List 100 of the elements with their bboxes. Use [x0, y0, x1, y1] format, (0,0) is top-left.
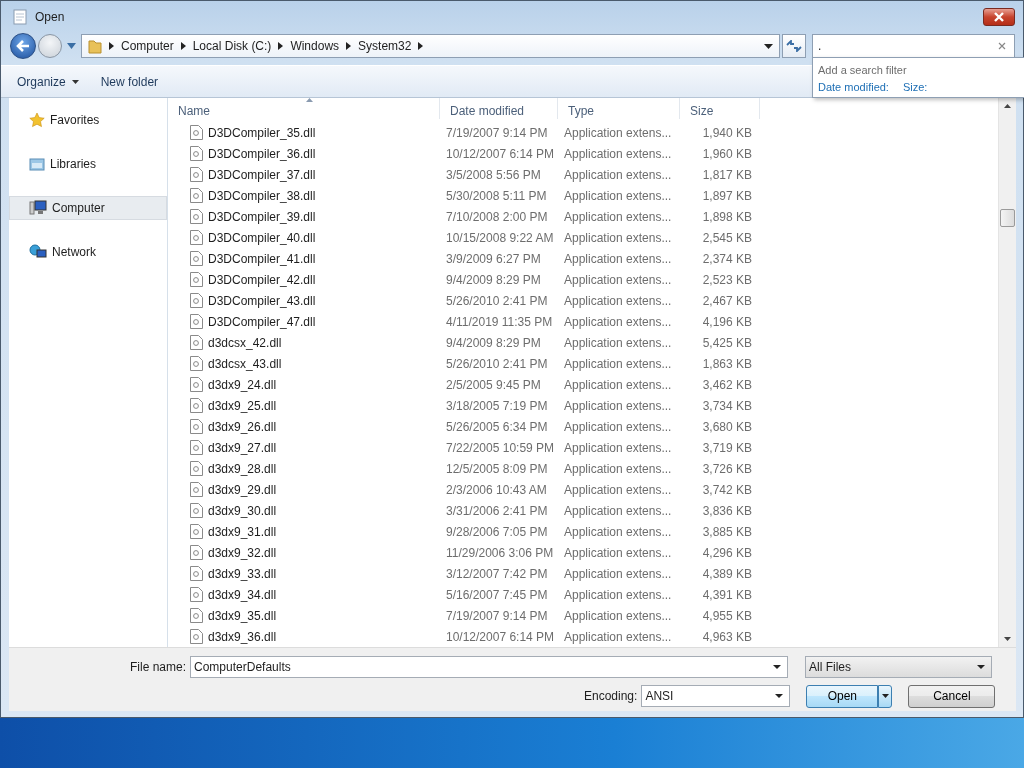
breadcrumb-item[interactable]: Local Disk (C:)	[192, 39, 272, 53]
table-cell-text: 9/4/2009 8:29 PM	[445, 334, 542, 351]
table-cell-text: 7/10/2008 2:00 PM	[445, 208, 549, 225]
cancel-button[interactable]: Cancel	[908, 684, 996, 708]
file-name[interactable]: d3dx9_30.dll	[208, 502, 277, 519]
file-icon	[190, 419, 203, 434]
table-cell-text: 3,885 KB	[701, 523, 753, 540]
sidebar-item[interactable]: Favorites	[9, 108, 167, 132]
close-button[interactable]	[983, 8, 1015, 26]
dropdown-icon[interactable]	[773, 665, 782, 669]
table-cell-text: 4/11/2019 11:35 PM	[445, 313, 554, 330]
file-name[interactable]: D3DCompiler_41.dll	[208, 250, 316, 267]
file-name[interactable]: D3DCompiler_47.dll	[208, 313, 316, 330]
file-name[interactable]: D3DCompiler_43.dll	[208, 292, 316, 309]
encoding-dropdown[interactable]: ANSI	[641, 685, 791, 707]
address-bar[interactable]: Computer Local Disk (C:) Windows System32	[81, 34, 780, 58]
table-cell-text: Application extens...	[563, 397, 673, 414]
table-cell-text: 1,897 KB	[701, 187, 753, 204]
file-name[interactable]: D3DCompiler_38.dll	[208, 187, 316, 204]
breadcrumb-item[interactable]: Computer	[121, 39, 174, 53]
open-button[interactable]: Open	[806, 684, 879, 708]
table-cell-text: 3,836 KB	[701, 502, 753, 519]
column-header[interactable]: Type	[558, 98, 680, 119]
document-icon	[13, 9, 27, 25]
table-cell-text: Application extens...	[563, 607, 673, 624]
table-cell-text: 12/5/2005 8:09 PM	[445, 460, 549, 477]
file-icon	[190, 146, 203, 161]
file-icon	[190, 524, 203, 539]
breadcrumb-item[interactable]: System32	[358, 39, 412, 53]
file-name[interactable]: d3dx9_28.dll	[208, 460, 277, 477]
file-icon	[190, 545, 203, 560]
back-button[interactable]	[10, 33, 36, 59]
table-cell-text: Application extens...	[563, 418, 673, 435]
table-cell-text: 3/31/2006 2:41 PM	[445, 502, 549, 519]
refresh-button[interactable]	[782, 34, 806, 58]
file-name[interactable]: D3DCompiler_36.dll	[208, 145, 316, 162]
breadcrumb-item[interactable]: Windows	[290, 39, 340, 53]
table-cell-text: Application extens...	[563, 628, 673, 645]
table-cell-text: Application extens...	[563, 124, 673, 141]
file-name[interactable]: d3dx9_27.dll	[208, 439, 277, 456]
file-icon	[190, 356, 203, 371]
table-cell-text: Application extens...	[563, 313, 673, 330]
file-name[interactable]: d3dx9_34.dll	[208, 586, 277, 603]
file-name[interactable]: d3dx9_25.dll	[208, 397, 277, 414]
suggestion-title: Add a search filter	[818, 64, 908, 76]
file-name[interactable]: d3dx9_33.dll	[208, 565, 277, 582]
column-header[interactable]: Size	[680, 98, 760, 119]
search-filter-link[interactable]: Size:	[902, 81, 928, 93]
sidebar-item[interactable]: Network	[9, 240, 167, 264]
chevron-icon[interactable]	[418, 42, 424, 50]
search-filter-link[interactable]: Date modified:	[818, 81, 889, 93]
caret-icon[interactable]	[67, 43, 76, 49]
search-field[interactable]: .	[812, 34, 1015, 58]
file-name[interactable]: D3DCompiler_35.dll	[208, 124, 316, 141]
table-cell-text: Application extens...	[563, 376, 673, 393]
table-cell-text: 3,734 KB	[701, 397, 753, 414]
file-name[interactable]: D3DCompiler_40.dll	[208, 229, 316, 246]
table-cell-text: 1,863 KB	[701, 355, 753, 372]
column-header[interactable]: Date modified	[440, 98, 558, 119]
toolbar-button[interactable]: Organize	[11, 71, 85, 92]
file-name[interactable]: d3dcsx_42.dll	[208, 334, 282, 351]
chevron-icon[interactable]	[278, 42, 284, 50]
clear-icon[interactable]	[998, 42, 1006, 50]
table-cell-text: 2,523 KB	[701, 271, 753, 288]
caret-icon	[71, 79, 79, 84]
file-name[interactable]: d3dx9_24.dll	[208, 376, 277, 393]
file-name[interactable]: d3dx9_36.dll	[208, 628, 277, 645]
file-name[interactable]: D3DCompiler_39.dll	[208, 208, 316, 225]
file-type-dropdown[interactable]: All Files	[805, 656, 993, 678]
scroll-down-icon[interactable]	[1004, 637, 1011, 641]
table-cell-text: 3,742 KB	[701, 481, 753, 498]
file-name[interactable]: d3dx9_32.dll	[208, 544, 277, 561]
file-name[interactable]: d3dcsx_43.dll	[208, 355, 282, 372]
table-cell-text: 2,545 KB	[701, 229, 753, 246]
file-name-field[interactable]: ComputerDefaults	[190, 656, 789, 678]
dropdown-icon[interactable]	[764, 43, 773, 49]
table-cell-text: 5/16/2007 7:45 PM	[445, 586, 549, 603]
open-options-button[interactable]	[878, 684, 893, 708]
file-name[interactable]: D3DCompiler_42.dll	[208, 271, 316, 288]
window-title: Open	[35, 10, 65, 24]
file-icon	[190, 461, 203, 476]
file-name[interactable]: D3DCompiler_37.dll	[208, 166, 316, 183]
chevron-icon[interactable]	[346, 42, 352, 50]
table-cell-text: 3/12/2007 7:42 PM	[445, 565, 549, 582]
table-cell-text: 4,196 KB	[701, 313, 753, 330]
chevron-icon[interactable]	[180, 42, 186, 50]
toolbar-button[interactable]: New folder	[94, 71, 165, 92]
file-icon	[190, 293, 203, 308]
scrollbar[interactable]	[998, 98, 1016, 647]
file-name[interactable]: d3dx9_26.dll	[208, 418, 277, 435]
file-name[interactable]: d3dx9_35.dll	[208, 607, 277, 624]
sidebar-item[interactable]: Libraries	[9, 152, 167, 176]
sidebar-item[interactable]: Computer	[9, 196, 167, 220]
table-cell-text: 9/4/2009 8:29 PM	[445, 271, 542, 288]
scroll-up-icon[interactable]	[1004, 104, 1011, 108]
chevron-icon[interactable]	[109, 42, 114, 50]
scrollbar-thumb[interactable]	[1000, 209, 1015, 227]
file-name[interactable]: d3dx9_31.dll	[208, 523, 277, 540]
table-cell-text: 1,940 KB	[701, 124, 753, 141]
file-name[interactable]: d3dx9_29.dll	[208, 481, 277, 498]
